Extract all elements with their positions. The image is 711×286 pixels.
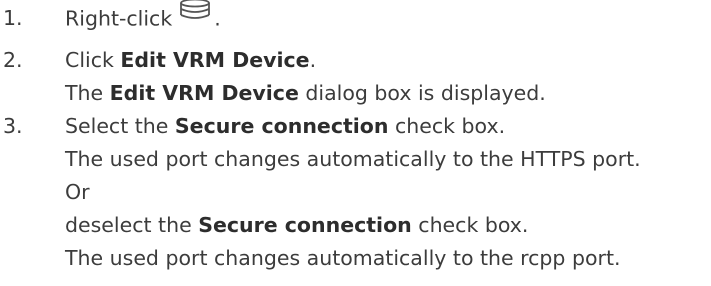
step-number: 3.	[3, 114, 23, 138]
storage-device-icon	[178, 0, 212, 25]
ui-term: Edit VRM Device	[120, 48, 310, 72]
step-text: Right-click	[65, 6, 173, 31]
step-number: 2.	[3, 48, 23, 72]
ui-term: Secure connection	[174, 114, 389, 138]
ui-term: Secure connection	[198, 213, 412, 237]
step-text-end: .	[214, 6, 221, 31]
step-text: Select the	[65, 114, 175, 138]
step-number: 1.	[3, 6, 23, 30]
ui-term: Edit VRM Device	[109, 81, 299, 105]
step-text: Click	[65, 48, 121, 72]
